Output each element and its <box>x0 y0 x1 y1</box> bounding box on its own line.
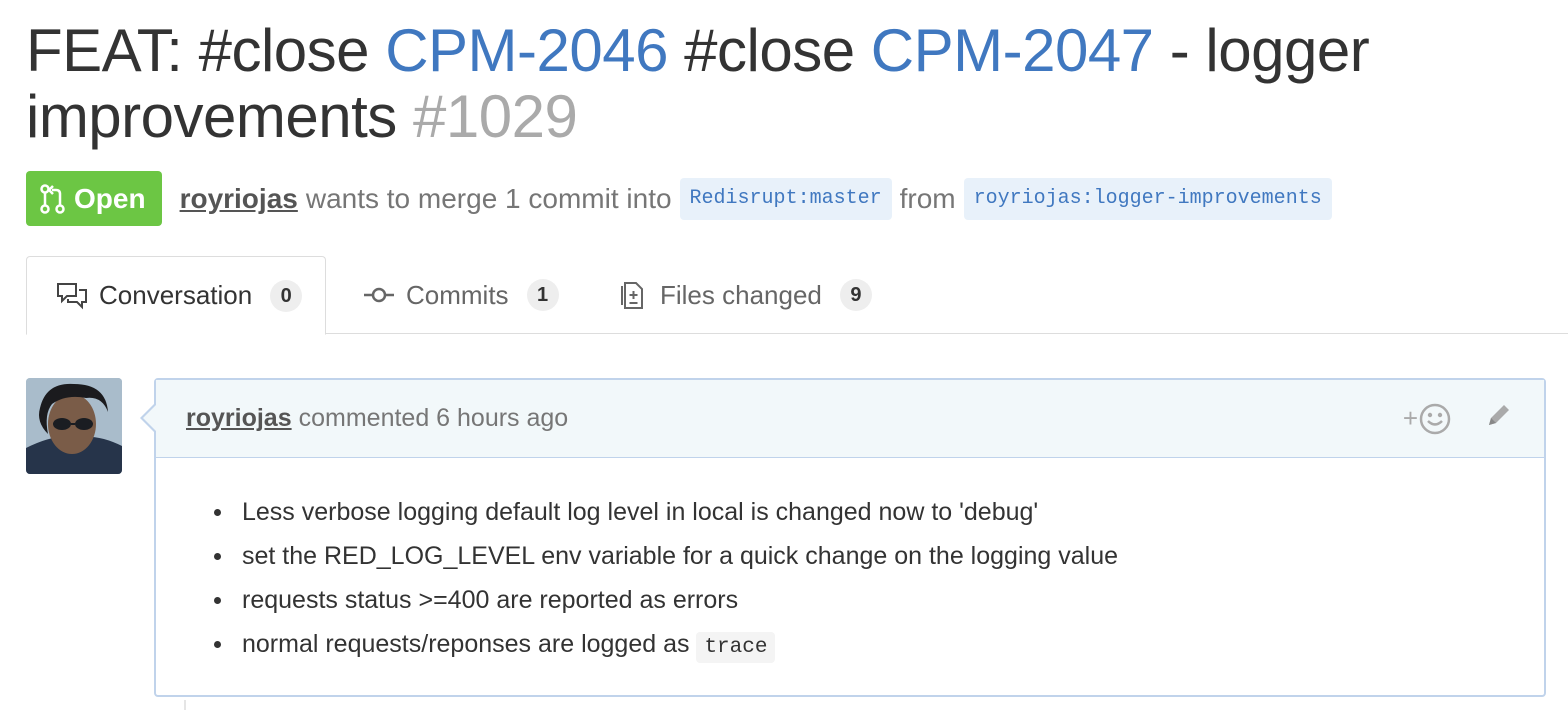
tab-nav: Conversation 0 Commits 1 Files changed 9 <box>26 256 1568 335</box>
status-badge: Open <box>26 171 162 226</box>
title-mid: #close <box>684 17 855 84</box>
head-owner: royriojas <box>973 186 1082 210</box>
plus-label: + <box>1402 403 1418 433</box>
merge-description: royriojas wants to merge 1 commit into R… <box>180 177 1340 220</box>
list-item: Less verbose logging default log level i… <box>214 490 1514 534</box>
list-item: set the RED_LOG_LEVEL env variable for a… <box>214 534 1514 578</box>
comment-actions: + <box>1403 400 1514 437</box>
title-prefix: FEAT: #close <box>26 17 370 84</box>
comment-timestamp: commented 6 hours ago <box>298 404 569 432</box>
edit-comment-button[interactable] <box>1484 400 1514 437</box>
git-pull-request-icon <box>40 183 65 214</box>
tab-label: Files changed <box>660 279 822 310</box>
git-commit-icon <box>364 287 394 303</box>
head-branch-name: logger-improvements <box>1093 186 1322 210</box>
status-label: Open <box>74 182 146 214</box>
smiley-icon <box>1419 403 1451 434</box>
tab-counter: 9 <box>839 279 872 311</box>
comment-discussion-icon <box>57 282 87 309</box>
tab-conversation[interactable]: Conversation 0 <box>26 256 326 335</box>
pull-request-page: FEAT: #close CPM-2046 #close CPM-2047 - … <box>0 0 1568 710</box>
tab-commits[interactable]: Commits 1 <box>362 256 559 334</box>
head-branch: royriojas:logger-improvements <box>963 177 1332 220</box>
diff-icon <box>621 282 643 309</box>
from-text: from <box>899 182 956 214</box>
comment-body: Less verbose logging default log level i… <box>156 458 1544 670</box>
avatar-photo <box>26 378 122 474</box>
base-branch: Redisrupt:master <box>679 177 892 220</box>
issue-link-cpm-2047[interactable]: CPM-2047 <box>871 17 1154 84</box>
tab-counter: 0 <box>270 279 303 312</box>
merge-text: wants to merge 1 commit into <box>305 182 672 214</box>
pr-meta: Open royriojas wants to merge 1 commit i… <box>26 171 1340 226</box>
base-branch-name: master <box>809 186 882 210</box>
tab-counter: 1 <box>526 279 559 311</box>
add-reaction-button[interactable]: + <box>1403 402 1452 436</box>
author-link[interactable]: royriojas <box>180 183 298 215</box>
avatar[interactable] <box>26 378 122 474</box>
list-item: normal requests/reponses are logged as t… <box>214 622 1514 670</box>
timeline-line <box>184 700 186 710</box>
issue-link-cpm-2046[interactable]: CPM-2046 <box>385 17 668 84</box>
comment-author-link[interactable]: royriojas <box>186 404 292 433</box>
comment-arrow-fill <box>143 404 157 432</box>
list-item: requests status >=400 are reported as er… <box>214 578 1514 622</box>
page-title: FEAT: #close CPM-2046 #close CPM-2047 - … <box>26 18 1526 150</box>
tab-files-changed[interactable]: Files changed 9 <box>616 256 872 334</box>
tab-label: Conversation <box>99 280 253 310</box>
tab-label: Commits <box>406 279 509 310</box>
inline-code: trace <box>696 632 776 663</box>
pr-number: #1029 <box>412 83 578 150</box>
list-item-text: normal requests/reponses are logged as <box>242 630 690 658</box>
comment-list: Less verbose logging default log level i… <box>214 490 1514 670</box>
base-owner: Redisrupt <box>689 186 798 210</box>
comment-box: royriojas commented 6 hours ago + Less v… <box>154 378 1546 697</box>
comment-header: royriojas commented 6 hours ago + <box>156 380 1544 458</box>
pencil-icon <box>1489 405 1509 425</box>
